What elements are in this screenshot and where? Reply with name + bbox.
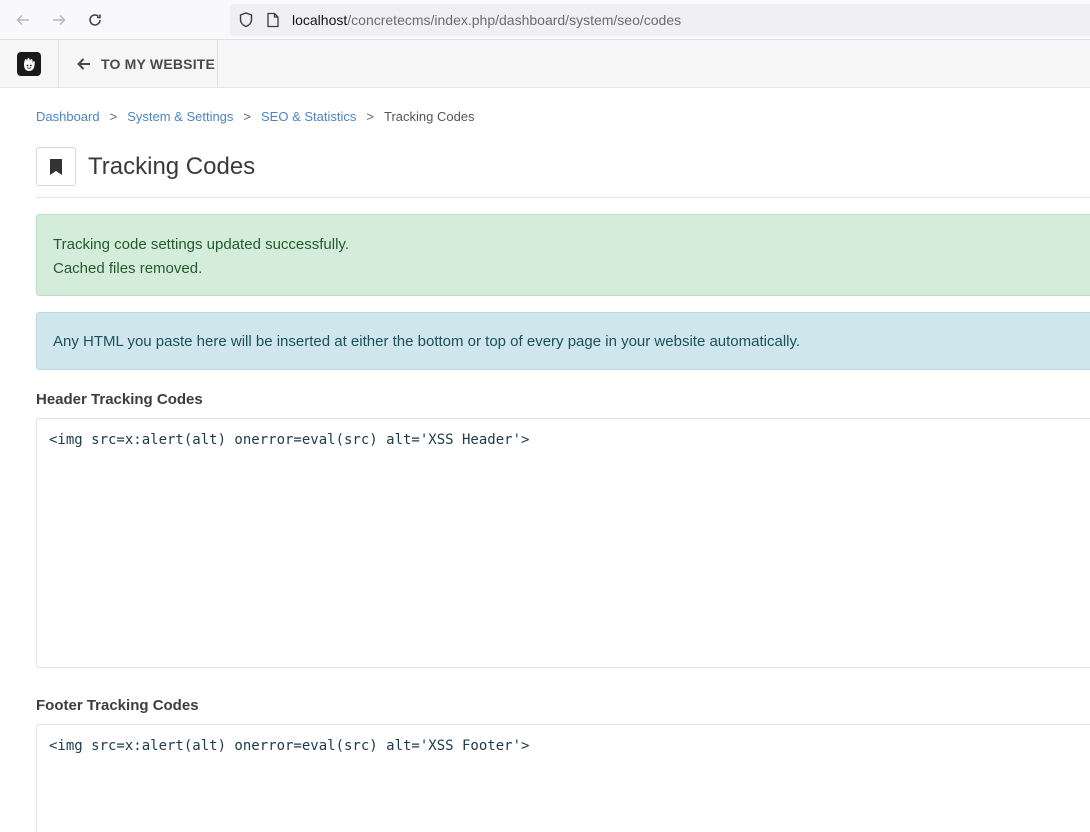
- shield-icon[interactable]: [237, 11, 255, 29]
- bookmark-icon[interactable]: [36, 147, 76, 186]
- page-title: Tracking Codes: [88, 153, 256, 180]
- forward-icon[interactable]: [47, 8, 71, 32]
- url-text: localhost/concretecms/index.php/dashboar…: [292, 12, 681, 28]
- header-tracking-label: Header Tracking Codes: [36, 391, 203, 408]
- success-alert: Tracking code settings updated successfu…: [36, 214, 1090, 296]
- breadcrumb-current: Tracking Codes: [383, 109, 475, 124]
- url-path: /concretecms/index.php/dashboard/system/…: [347, 12, 682, 28]
- browser-toolbar: localhost/concretecms/index.php/dashboar…: [0, 0, 1090, 40]
- success-message-line: Cached files removed.: [53, 260, 203, 277]
- to-my-website-link[interactable]: TO MY WEBSITE: [59, 40, 218, 88]
- breadcrumb-seo-statistics[interactable]: SEO & Statistics: [261, 109, 356, 124]
- title-divider: [36, 197, 1090, 198]
- info-alert: Any HTML you paste here will be inserted…: [36, 312, 1090, 370]
- concrete-logo[interactable]: [0, 40, 59, 88]
- breadcrumb-separator: >: [109, 109, 118, 124]
- page-icon: [267, 12, 279, 28]
- breadcrumb-system-settings[interactable]: System & Settings: [127, 109, 233, 124]
- to-my-website-label: TO MY WEBSITE: [101, 56, 216, 72]
- info-message: Any HTML you paste here will be inserted…: [53, 333, 801, 350]
- address-bar[interactable]: localhost/concretecms/index.php/dashboar…: [230, 4, 1090, 36]
- success-message-line: Tracking code settings updated successfu…: [53, 236, 349, 253]
- breadcrumb-separator: >: [366, 109, 374, 124]
- breadcrumb-separator: >: [243, 109, 252, 124]
- breadcrumb-dashboard[interactable]: Dashboard: [36, 109, 100, 124]
- breadcrumb: Dashboard > System & Settings > SEO & St…: [36, 109, 475, 124]
- arrow-left-icon: [77, 58, 90, 70]
- cms-toolbar: TO MY WEBSITE: [0, 40, 1090, 88]
- hand-logo-icon: [17, 52, 41, 76]
- reload-icon[interactable]: [83, 8, 107, 32]
- url-host: localhost: [292, 12, 348, 28]
- footer-tracking-textarea[interactable]: <img src=x:alert(alt) onerror=eval(src) …: [36, 724, 1090, 832]
- header-tracking-textarea[interactable]: <img src=x:alert(alt) onerror=eval(src) …: [36, 418, 1090, 668]
- footer-tracking-label: Footer Tracking Codes: [36, 697, 199, 714]
- back-icon[interactable]: [11, 8, 35, 32]
